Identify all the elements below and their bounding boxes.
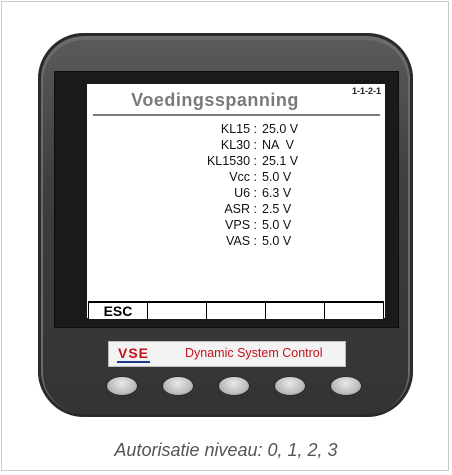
row-label: KL30 : bbox=[220, 138, 257, 152]
row-value: 6.3 V bbox=[262, 186, 292, 200]
row-label: VAS : bbox=[225, 234, 257, 248]
hardware-button-2[interactable] bbox=[162, 376, 194, 396]
screen-title: Voedingsspanning bbox=[131, 90, 299, 110]
softkey-4[interactable] bbox=[266, 302, 325, 319]
row-label: VPS : bbox=[225, 218, 257, 232]
voltage-row: ASR : 2.5 V bbox=[87, 202, 385, 218]
softkey-3[interactable] bbox=[207, 302, 266, 319]
row-label: ASR : bbox=[224, 202, 257, 216]
row-value: 25.0 V bbox=[262, 122, 299, 136]
hardware-button-4[interactable] bbox=[274, 376, 306, 396]
title-divider bbox=[93, 114, 380, 116]
voltage-row: VAS : 5.0 V bbox=[87, 234, 385, 250]
row-value: 5.0 V bbox=[262, 170, 292, 184]
row-value: 25.1 V bbox=[262, 154, 299, 168]
brand-text: Dynamic System Control bbox=[185, 346, 323, 360]
hardware-button-3[interactable] bbox=[218, 376, 250, 396]
row-label: U6 : bbox=[234, 186, 257, 200]
voltage-list: KL15 : 25.0 V KL30 : NA V KL1530 : 25.1 V V… bbox=[87, 122, 385, 250]
softkey-2[interactable] bbox=[148, 302, 207, 319]
lcd-screen: Voedingsspanning 1-1-2-1 KL15 : 25.0 V KL… bbox=[87, 84, 385, 319]
voltage-row: VPS : 5.0 V bbox=[87, 218, 385, 234]
softkey-5[interactable] bbox=[325, 302, 384, 319]
brand-plate: VSE Dynamic System Control bbox=[108, 341, 346, 367]
row-value: NA V bbox=[262, 138, 294, 152]
row-label: KL15 : bbox=[220, 122, 257, 136]
row-label: Vcc : bbox=[229, 170, 257, 184]
voltage-row: KL15 : 25.0 V bbox=[87, 122, 385, 138]
row-label: KL1530 : bbox=[206, 154, 257, 168]
menu-code: 1-1-2-1 bbox=[351, 86, 381, 96]
row-value: 2.5 V bbox=[262, 202, 292, 216]
hardware-button-1[interactable] bbox=[106, 376, 138, 396]
voltage-row: U6 : 6.3 V bbox=[87, 186, 385, 202]
function-key-bar: ESC bbox=[88, 301, 384, 319]
esc-softkey[interactable]: ESC bbox=[88, 302, 148, 319]
authorization-caption: Autorisatie niveau: 0, 1, 2, 3 bbox=[114, 440, 338, 460]
logo-letters: VSE bbox=[117, 345, 151, 363]
voltage-row: KL1530 : 25.1 V bbox=[87, 154, 385, 170]
voltage-row: KL30 : NA V bbox=[87, 138, 385, 154]
row-value: 5.0 V bbox=[262, 234, 292, 248]
hardware-button-5[interactable] bbox=[330, 376, 362, 396]
voltage-row: Vcc : 5.0 V bbox=[87, 170, 385, 186]
vse-logo: VSE bbox=[117, 345, 151, 363]
row-value: 5.0 V bbox=[262, 218, 292, 232]
